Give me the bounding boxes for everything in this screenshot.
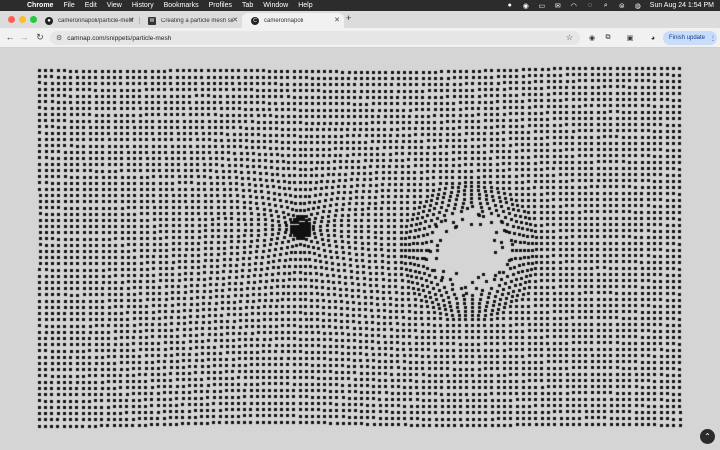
reload-icon[interactable]: ↻ bbox=[34, 32, 46, 43]
profile-avatar-icon[interactable]: ◕ bbox=[648, 33, 658, 43]
menu-edit[interactable]: Edit bbox=[85, 2, 97, 9]
page-content: ⌃ bbox=[0, 48, 720, 450]
article-icon: W bbox=[148, 16, 156, 25]
minimize-window-button[interactable] bbox=[19, 16, 26, 23]
finish-update-button[interactable]: Finish update ⋮ bbox=[663, 31, 717, 45]
extensions-icon[interactable]: ⧉ bbox=[603, 33, 613, 43]
macos-menubar: Chrome File Edit View History Bookmarks … bbox=[0, 0, 720, 11]
menu-app-name[interactable]: Chrome bbox=[27, 2, 53, 9]
copilot-icon[interactable]: ◉ bbox=[522, 2, 530, 10]
url-text: camnap.com/snippets/particle-mesh bbox=[67, 34, 172, 42]
tab-title: cameronnapoli/particle-mesh bbox=[58, 17, 134, 24]
tab-article[interactable]: W Creating a particle mesh simu ✕ bbox=[139, 13, 242, 28]
record-icon[interactable]: ● bbox=[506, 2, 514, 9]
wifi-icon[interactable]: ◠ bbox=[570, 2, 578, 10]
forward-icon[interactable]: → bbox=[18, 32, 30, 42]
control-center-icon[interactable]: ◌ bbox=[586, 2, 594, 9]
close-tab-icon[interactable]: ✕ bbox=[334, 16, 340, 24]
bookmark-star-icon[interactable]: ☆ bbox=[566, 33, 573, 42]
back-icon[interactable]: ← bbox=[4, 32, 16, 42]
close-tab-icon[interactable]: ✕ bbox=[128, 16, 134, 24]
menu-file[interactable]: File bbox=[63, 2, 74, 9]
menu-view[interactable]: View bbox=[107, 2, 122, 9]
close-window-button[interactable] bbox=[8, 16, 15, 23]
more-menu-icon[interactable]: ⋮ bbox=[710, 35, 716, 42]
menu-help[interactable]: Help bbox=[298, 2, 312, 9]
new-tab-button[interactable]: + bbox=[346, 13, 351, 23]
menubar-clock[interactable]: Sun Aug 24 1:54 PM bbox=[650, 2, 714, 9]
toggle-icon[interactable]: ⊜ bbox=[618, 2, 626, 10]
tab-strip: ● cameronnapoli/particle-mesh ✕ W Creati… bbox=[0, 11, 720, 28]
window-controls bbox=[8, 16, 37, 23]
tab-active[interactable]: C cameronnapoli ✕ bbox=[242, 13, 344, 28]
site-icon: C bbox=[251, 16, 259, 25]
side-panel-icon[interactable]: ▣ bbox=[625, 33, 635, 43]
copilot-extension-icon[interactable]: ◉ bbox=[587, 33, 597, 43]
menu-window[interactable]: Window bbox=[263, 2, 288, 9]
menu-bookmarks[interactable]: Bookmarks bbox=[164, 2, 199, 9]
scroll-to-top-button[interactable]: ⌃ bbox=[700, 429, 715, 444]
site-info-icon[interactable]: ⚙ bbox=[56, 34, 62, 42]
particle-mesh-canvas[interactable] bbox=[0, 48, 720, 450]
search-icon[interactable]: ⌕ bbox=[602, 2, 610, 9]
address-bar[interactable]: ⚙ camnap.com/snippets/particle-mesh ☆ bbox=[50, 31, 580, 45]
menu-tab[interactable]: Tab bbox=[242, 2, 253, 9]
mail-icon[interactable]: ✉ bbox=[554, 2, 562, 10]
menu-profiles[interactable]: Profiles bbox=[209, 2, 232, 9]
battery-icon[interactable]: ▭ bbox=[538, 2, 546, 10]
tab-github[interactable]: ● cameronnapoli/particle-mesh ✕ bbox=[36, 13, 138, 28]
menu-history[interactable]: History bbox=[132, 2, 154, 9]
siri-icon[interactable]: ◍ bbox=[634, 2, 642, 10]
github-icon: ● bbox=[45, 16, 53, 25]
close-tab-icon[interactable]: ✕ bbox=[232, 16, 238, 24]
tab-title: Creating a particle mesh simu bbox=[161, 17, 233, 24]
finish-update-label: Finish update bbox=[669, 35, 706, 41]
status-area: ● ◉ ▭ ✉ ◠ ◌ ⌕ ⊜ ◍ Sun Aug 24 1:54 PM bbox=[506, 0, 714, 11]
browser-toolbar: ← → ↻ ⚙ camnap.com/snippets/particle-mes… bbox=[0, 28, 720, 48]
tab-title: cameronnapoli bbox=[264, 17, 304, 24]
